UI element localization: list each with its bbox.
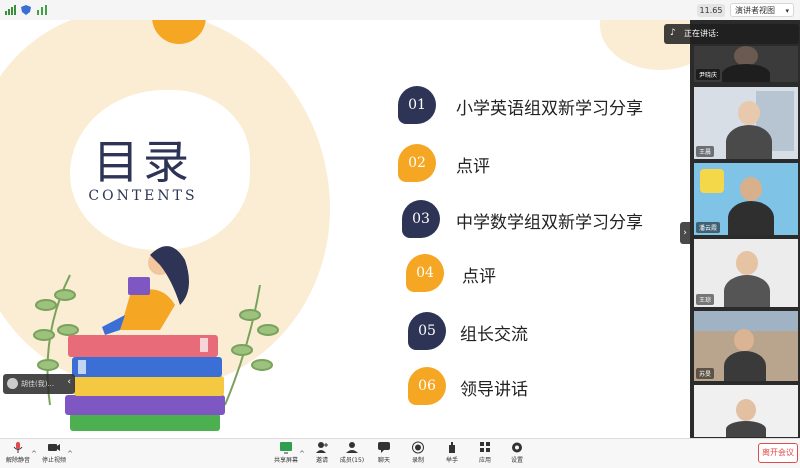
participant-tile[interactable]: 潘云霞 [694,163,798,235]
settings-icon [512,442,522,453]
toc-number-badge: 04 [406,254,444,292]
avatar-icon [7,378,18,389]
meeting-toolbar: 解除静音 ^ 停止视频 ^ 共享屏幕 ^ 邀请 成员(15) 聊天 录制 举手 … [0,438,800,468]
chat-label: 聊天 [377,457,390,464]
participant-body [722,64,770,82]
participant-video [734,329,754,351]
settings-button[interactable]: 设置 [499,441,535,467]
participant-name: 苏旻 [696,368,715,379]
mic-icon [13,442,23,453]
toc-item-label: 中学数学组双新学习分享 [456,213,643,233]
toc-item-label: 小学英语组双新学习分享 [456,99,643,119]
raise-hand-icon [449,442,455,453]
invite-icon [316,442,328,453]
chevron-up-icon: ^ [67,450,73,458]
participant-tile[interactable] [694,385,798,437]
settings-label: 设置 [510,457,523,464]
apps-icon [480,442,490,452]
video-options-chevron[interactable]: ^ [66,441,74,467]
background-logo [700,169,724,193]
toc-item-label: 领导讲话 [460,380,528,400]
top-status-bar: 11.65 演讲者视图 ▾ [0,0,800,21]
reading-girl-illustration [33,246,279,431]
toc-number-badge: 03 [402,200,440,238]
speaking-indicator: ♪ 正在讲话: [664,24,799,44]
participant-video [736,251,758,275]
toc-number-badge: 06 [408,367,446,405]
participant-tile[interactable]: 王晨 [694,87,798,159]
panel-collapse-handle[interactable]: › [680,222,690,244]
self-view-mini-window[interactable]: 胡佳(我)... ‹ [3,374,75,394]
toc-number-badge: 01 [398,86,436,124]
slide-title: 目录 [93,135,193,189]
participant-tile[interactable]: 尹晓庆 [694,46,798,82]
chevron-down-icon: ▾ [785,7,789,15]
participant-video [734,46,758,66]
participant-body [726,125,772,159]
participant-video [736,399,756,421]
toc-item-label: 点评 [456,157,490,177]
camera-icon [48,444,60,451]
network-indicator: 11.65 [697,4,725,17]
slide-subtitle: CONTENTS [88,188,198,204]
raise-hand-button[interactable]: 举手 [434,441,470,467]
participant-video [740,177,762,201]
participant-name: 王琼 [696,294,715,305]
speaking-label: 正在讲话: [684,29,719,38]
participant-body [728,201,774,235]
shared-slide: 目录 CONTENTS 01 小学英语组双新学习分享 02 点评 03 中学数学… [0,20,690,438]
speaker-icon: ♪ [670,28,676,38]
view-toggle-label: 演讲者视图 [735,6,775,15]
record-label: 录制 [411,457,424,464]
raise-hand-label: 举手 [445,457,458,464]
toc-number-badge: 05 [408,312,446,350]
apps-label: 应用 [478,457,491,464]
members-button[interactable]: 成员(15) [334,441,370,467]
self-view-label: 胡佳(我)... [21,380,55,388]
leave-meeting-button[interactable]: 离开会议 [758,443,798,463]
bars-icon [37,5,47,15]
apps-button[interactable]: 应用 [467,441,503,467]
toc-item-label: 组长交流 [460,325,528,345]
chevron-right-icon: › [683,228,687,238]
participant-tile[interactable]: 苏旻 [694,311,798,381]
view-toggle-button[interactable]: 演讲者视图 ▾ [730,3,794,17]
record-icon [412,441,424,454]
toc-number-badge: 02 [398,144,436,182]
participant-body [724,275,770,307]
chat-button[interactable]: 聊天 [366,441,402,467]
shield-icon [21,5,31,15]
participant-body [724,351,766,381]
chevron-left-icon: ‹ [67,377,71,387]
record-button[interactable]: 录制 [400,441,436,467]
participant-name: 尹晓庆 [696,69,721,80]
members-icon [346,442,358,453]
participant-name: 王晨 [696,146,715,157]
signal-icon [5,5,16,15]
chat-icon [378,442,390,453]
toc-item-label: 点评 [462,267,496,287]
participant-name: 潘云霞 [696,222,721,233]
participant-tile[interactable]: 王琼 [694,239,798,307]
members-label: 成员(15) [339,457,365,464]
share-screen-icon [280,442,292,454]
participant-video [738,101,760,125]
participant-body [726,421,766,437]
